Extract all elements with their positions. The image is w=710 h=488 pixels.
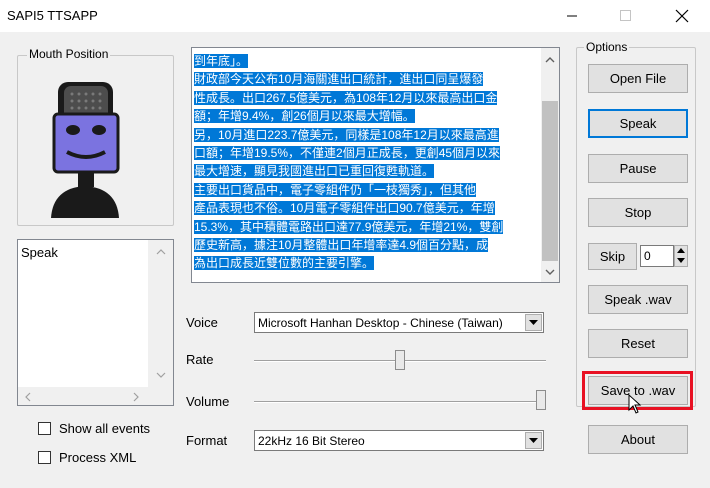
skip-button[interactable]: Skip (588, 243, 637, 270)
scroll-down-icon[interactable] (156, 371, 166, 379)
text-line: 財政部今天公布10月海關進出口統計，進出口同呈爆發 (194, 70, 538, 88)
stop-button[interactable]: Stop (588, 198, 688, 227)
scroll-up-icon[interactable] (156, 248, 166, 256)
show-all-events-checkbox[interactable] (38, 422, 51, 435)
text-line: 額；年增9.4%，創26個月以來最大增幅。 (194, 107, 538, 125)
text-vertical-scrollbar[interactable] (541, 48, 559, 282)
process-xml-label: Process XML (59, 450, 137, 465)
format-dropdown-button[interactable] (525, 432, 542, 449)
text-scroll-thumb[interactable] (542, 101, 558, 261)
speech-text-area[interactable]: 到年底」。財政部今天公布10月海關進出口統計，進出口同呈爆發 性成長。出口267.… (191, 47, 560, 283)
scroll-right-icon[interactable] (132, 392, 140, 402)
text-line-content: 財政部今天公布10月海關進出口統計，進出口同呈爆發 (194, 72, 484, 87)
text-line-content: 主要出口貨品中，電子零組件仍「一枝獨秀」，但其他 (194, 182, 477, 197)
events-listbox[interactable]: Speak (17, 239, 174, 406)
spin-down-icon[interactable] (677, 258, 685, 264)
volume-slider-track[interactable] (254, 401, 546, 403)
chevron-down-icon (529, 437, 538, 443)
open-file-button[interactable]: Open File (588, 64, 688, 93)
show-all-events-label: Show all events (59, 421, 151, 436)
skip-spinner[interactable] (674, 245, 688, 267)
voice-label: Voice (186, 315, 218, 330)
text-line: 歷史新高，據注10月整體出口年增率達4.9個百分點，成 (194, 236, 538, 254)
scroll-down-icon[interactable] (545, 268, 555, 276)
text-line: 另，10月進口223.7億美元，同樣是108年12月以來最高進 (194, 126, 538, 144)
minimize-button[interactable] (549, 0, 595, 32)
text-line-content: 到年底」。 (194, 54, 249, 68)
text-line: 性成長。出口267.5億美元，為108年12月以來最高出口金 (194, 89, 538, 107)
volume-label: Volume (186, 394, 230, 409)
pause-button[interactable]: Pause (588, 154, 688, 183)
avatar-mouth-image (51, 82, 120, 218)
spin-up-icon[interactable] (677, 248, 685, 254)
close-icon (675, 9, 689, 23)
skip-count-value: 0 (644, 249, 651, 263)
scroll-left-icon[interactable] (24, 392, 32, 402)
text-line-content: 產品表現也不俗。10月電子零組件出口90.7億美元，年增 (194, 201, 495, 216)
about-button[interactable]: About (588, 425, 688, 454)
text-line: 產品表現也不俗。10月電子零組件出口90.7億美元，年增 (194, 199, 538, 217)
text-line: 主要出口貨品中，電子零組件仍「一枝獨秀」，但其他 (194, 181, 538, 199)
voice-select[interactable]: Microsoft Hanhan Desktop - Chinese (Taiw… (254, 312, 544, 333)
events-text: Speak (21, 245, 58, 260)
minimize-icon (567, 15, 577, 17)
window-title: SAPI5 TTSAPP (7, 8, 98, 23)
format-label: Format (186, 433, 228, 448)
chevron-down-icon (529, 319, 538, 325)
scroll-up-icon[interactable] (545, 56, 555, 64)
voice-select-value: Microsoft Hanhan Desktop - Chinese (Taiw… (258, 315, 503, 330)
text-line-content: 額；年增9.4%，創26個月以來最大增幅。 (194, 109, 415, 124)
rate-slider-thumb[interactable] (395, 350, 405, 370)
text-line-content: 歷史新高，據注10月整體出口年增率達4.9個百分點，成 (194, 238, 489, 253)
text-line: 口額；年增19.5%，不僅連2個月正成長，更創45個月以來 (194, 144, 538, 162)
text-line-content: 15.3%，其中積體電路出口達77.9億美元，年增21%，雙創 (194, 219, 504, 234)
text-line: 到年底」。 (194, 52, 538, 70)
maximize-button[interactable] (603, 0, 649, 32)
close-button[interactable] (659, 0, 705, 32)
events-vertical-scrollbar[interactable] (148, 240, 173, 387)
format-select-value: 22kHz 16 Bit Stereo (258, 433, 365, 448)
text-line-content: 性成長。出口267.5億美元，為108年12月以來最高出口金 (194, 90, 498, 105)
volume-slider-thumb[interactable] (536, 390, 546, 410)
text-line-content: 口額；年增19.5%，不僅連2個月正成長，更創45個月以來 (194, 146, 501, 161)
voice-dropdown-button[interactable] (525, 314, 542, 331)
skip-count-input[interactable]: 0 (640, 245, 674, 267)
rate-label: Rate (186, 352, 214, 367)
text-line-content: 為出口成長近雙位數的主要引擎。 (194, 256, 375, 271)
text-line-content: 最大增速，顯見我國進出口已重回復甦軌道。 (194, 164, 435, 179)
text-line-content: 另，10月進口223.7億美元，同樣是108年12月以來最高進 (194, 127, 499, 142)
speech-text: 到年底」。財政部今天公布10月海關進出口統計，進出口同呈爆發 性成長。出口267.… (194, 52, 538, 273)
speak-button[interactable]: Speak (588, 109, 688, 138)
text-line: 15.3%，其中積體電路出口達77.9億美元，年增21%，雙創 (194, 218, 538, 236)
text-line: 為出口成長近雙位數的主要引擎。 (194, 254, 538, 272)
events-horizontal-scrollbar[interactable] (18, 387, 148, 405)
reset-button[interactable]: Reset (588, 329, 688, 358)
scroll-corner (148, 387, 173, 405)
options-label: Options (584, 40, 630, 54)
process-xml-checkbox[interactable] (38, 451, 51, 464)
maximize-icon (620, 10, 631, 21)
mouse-cursor-icon (628, 394, 642, 414)
format-select[interactable]: 22kHz 16 Bit Stereo (254, 430, 544, 451)
text-line: 最大增速，顯見我國進出口已重回復甦軌道。 (194, 162, 538, 180)
speak-wav-button[interactable]: Speak .wav (588, 285, 688, 314)
mouth-position-label: Mouth Position (27, 47, 111, 61)
